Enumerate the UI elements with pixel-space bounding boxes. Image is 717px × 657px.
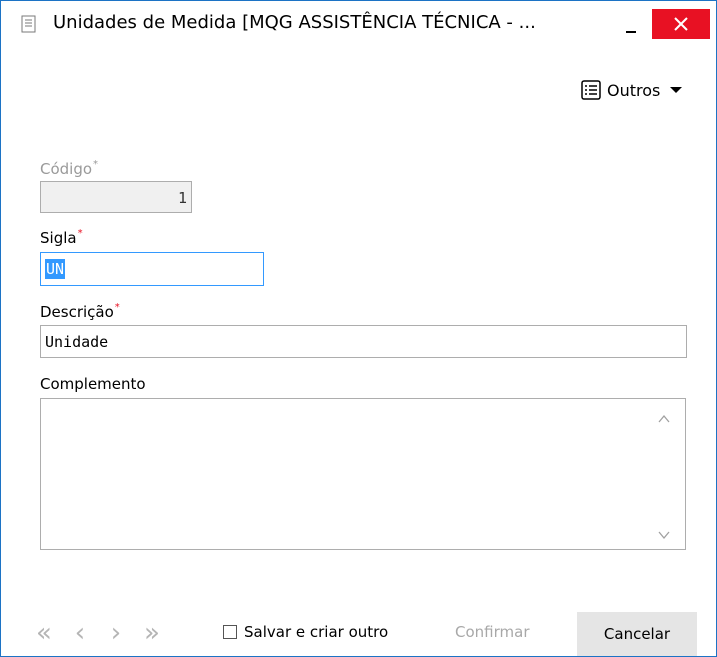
minimize-button[interactable] (611, 9, 651, 39)
previous-record-button[interactable]: ‹ (62, 618, 98, 648)
record-navigation: « ‹ › » (26, 618, 170, 648)
close-icon (674, 17, 688, 31)
first-record-button[interactable]: « (26, 618, 62, 648)
cancel-button[interactable]: Cancelar (577, 612, 697, 656)
codigo-field: 1 (40, 181, 192, 213)
scroll-up-icon[interactable] (657, 411, 671, 425)
save-and-create-checkbox[interactable] (223, 625, 237, 639)
list-icon (581, 80, 601, 100)
next-record-button[interactable]: › (98, 618, 134, 648)
close-button[interactable] (652, 9, 710, 39)
codigo-label-text: Código (40, 160, 93, 178)
required-marker: * (77, 228, 83, 239)
sigla-label-text: Sigla (40, 229, 77, 247)
outros-menu-button[interactable]: Outros (581, 77, 683, 103)
confirm-button[interactable]: Confirmar (455, 623, 529, 641)
sigla-value: UN (45, 259, 66, 279)
descricao-input[interactable]: Unidade (40, 325, 687, 358)
title-bar[interactable]: Unidades de Medida [MQG ASSISTÊNCIA TÉCN… (1, 1, 716, 47)
document-icon (21, 15, 37, 33)
sigla-label: Sigla* (40, 228, 83, 247)
required-marker: * (114, 302, 120, 313)
sigla-input[interactable]: UN (40, 252, 264, 286)
dialog-window: Unidades de Medida [MQG ASSISTÊNCIA TÉCN… (0, 0, 717, 657)
last-record-button[interactable]: » (134, 618, 170, 648)
save-and-create-toggle[interactable]: Salvar e criar outro (223, 623, 388, 641)
descricao-label: Descrição* (40, 302, 120, 321)
window-title: Unidades de Medida [MQG ASSISTÊNCIA TÉCN… (53, 12, 536, 33)
codigo-label: Código* (40, 159, 99, 178)
required-marker: * (93, 159, 99, 170)
descricao-label-text: Descrição (40, 303, 114, 321)
complemento-label: Complemento (40, 375, 146, 393)
outros-label: Outros (607, 80, 661, 100)
scroll-down-icon[interactable] (657, 527, 671, 541)
complemento-textarea[interactable] (40, 398, 686, 550)
save-and-create-label: Salvar e criar outro (244, 623, 389, 641)
chevron-down-icon (670, 87, 683, 93)
